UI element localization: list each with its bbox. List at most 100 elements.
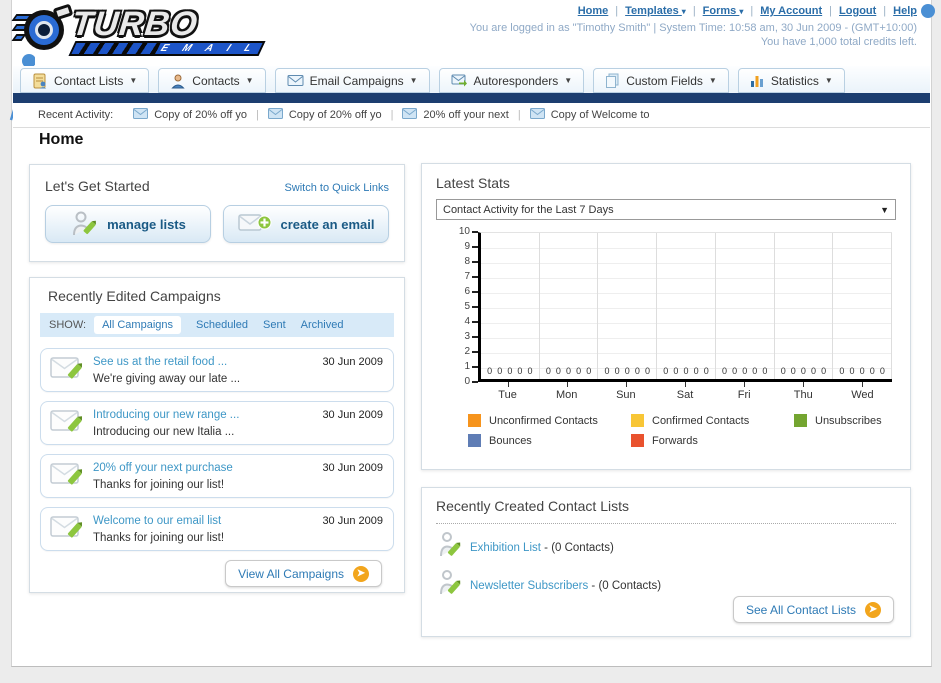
campaigns-tab-archived[interactable]: Archived (301, 319, 344, 331)
campaign-subtitle: Introducing our new Italia ... (93, 426, 235, 438)
x-tick-label: Tue (478, 382, 537, 401)
data-value: 0 (634, 366, 640, 376)
nav-tab-autoresponders[interactable]: Autoresponders ▼ (438, 68, 585, 93)
envelope-small-icon (267, 108, 283, 122)
y-tick-label: 4 (464, 316, 470, 327)
chevron-down-icon: ▼ (880, 204, 889, 215)
legend-swatch (468, 414, 481, 427)
header-link-home[interactable]: Home (578, 5, 609, 17)
data-value: 0 (752, 366, 758, 376)
campaign-title-link[interactable]: See us at the retail food ... (93, 356, 227, 368)
chart-day-group: 00000 (598, 233, 658, 379)
recent-activity-item[interactable]: 20% off your next (402, 108, 509, 122)
nav-tab-email-campaigns[interactable]: Email Campaigns ▼ (274, 68, 430, 93)
chevron-down-icon: ▼ (564, 76, 573, 85)
see-all-contact-lists-button[interactable]: See All Contact Lists ➤ (732, 596, 894, 623)
turbo-email-logo: TURBO E M A I L (11, 3, 268, 61)
data-value: 0 (762, 366, 768, 376)
logo-title: TURBO (70, 5, 200, 43)
campaigns-tab-all-campaigns[interactable]: All Campaigns (94, 316, 181, 334)
legend-label: Confirmed Contacts (652, 414, 750, 427)
data-value: 0 (869, 366, 875, 376)
arrow-right-icon: ➤ (353, 565, 369, 582)
chart-day-group: 00000 (540, 233, 599, 379)
data-value: 0 (859, 366, 865, 376)
data-value: 0 (673, 366, 679, 376)
nav-tab-contacts[interactable]: Contacts ▼ (158, 68, 266, 93)
y-tick-label: 5 (464, 301, 470, 312)
header-links: Home | Templates ▾ | Forms ▾ | My Account | Logo… (578, 5, 917, 17)
recent-activity-bar: Recent Activity: Copy of 20% off yo | Co… (13, 103, 930, 128)
campaign-title-link[interactable]: 20% off your next purchase (93, 462, 233, 474)
campaign-row[interactable]: Introducing our new range ... Introducin… (40, 401, 394, 445)
legend-swatch (468, 434, 481, 447)
y-tick-label: 3 (464, 331, 470, 342)
nav-tab-label: Custom Fields (626, 73, 703, 88)
recent-activity-label: Recent Activity: (38, 109, 114, 121)
legend-item: Forwards (631, 434, 794, 447)
contact-lists-title: Recently Created Contact Lists (436, 498, 629, 514)
legend-swatch (794, 414, 807, 427)
switch-quick-links-link[interactable]: Switch to Quick Links (284, 182, 389, 194)
data-value: 0 (693, 366, 699, 376)
latest-stats-title: Latest Stats (436, 175, 510, 191)
legend-item: Unsubscribes (794, 414, 896, 427)
show-label: SHOW: (49, 319, 87, 331)
create-an-email-label: create an email (280, 216, 375, 232)
manage-lists-button[interactable]: manage lists (45, 205, 211, 243)
campaigns-tabs: All Campaigns Scheduled Sent Archived (94, 316, 358, 334)
get-started-panel: Let's Get Started Switch to Quick Links … (29, 164, 405, 262)
chart-day-group: 00000 (657, 233, 716, 379)
contact-list-link[interactable]: Exhibition List (470, 542, 541, 554)
header-link-my-account[interactable]: My Account (760, 5, 822, 17)
email-campaigns-icon (287, 74, 304, 87)
view-all-campaigns-button[interactable]: View All Campaigns ➤ (225, 560, 382, 587)
data-value: 0 (721, 366, 727, 376)
data-value: 0 (703, 366, 709, 376)
contact-lists-icon (32, 73, 48, 89)
y-tick-label: 0 (464, 376, 470, 387)
nav-tab-contact-lists[interactable]: Contact Lists ▼ (20, 68, 150, 93)
autoresponders-icon (451, 74, 468, 88)
link-divider: | (615, 5, 619, 17)
campaigns-panel: Recently Edited Campaigns SHOW: All Camp… (29, 277, 405, 593)
recent-activity-item-label: Copy of 20% off yo (154, 109, 247, 121)
chevron-down-icon: ▼ (409, 76, 418, 85)
campaign-row[interactable]: See us at the retail food ... We're givi… (40, 348, 394, 392)
get-started-buttons: manage lists create an email (45, 205, 389, 243)
campaign-row[interactable]: 20% off your next purchase Thanks for jo… (40, 454, 394, 498)
create-an-email-button[interactable]: create an email (223, 205, 389, 243)
campaigns-tab-scheduled[interactable]: Scheduled (196, 319, 248, 331)
person-pencil-icon (438, 531, 462, 563)
chart-day-group: 00000 (775, 233, 834, 379)
envelope-small-icon (529, 108, 545, 122)
recent-activity-item[interactable]: Copy of 20% off yo (133, 108, 247, 122)
campaign-subtitle: Thanks for joining our list! (93, 532, 225, 544)
campaign-row[interactable]: Welcome to our email list Thanks for joi… (40, 507, 394, 551)
y-tick-label: 9 (464, 241, 470, 252)
stats-period-value: Contact Activity for the Last 7 Days (443, 203, 614, 216)
data-value: 0 (821, 366, 827, 376)
view-all-campaigns-label: View All Campaigns (238, 566, 344, 581)
header-link-forms[interactable]: Forms ▾ (703, 5, 744, 17)
annotation-dot (921, 4, 935, 18)
header-link-templates[interactable]: Templates ▾ (625, 5, 686, 17)
nav-tab-statistics[interactable]: Statistics ▼ (737, 68, 845, 93)
get-started-title: Let's Get Started (45, 178, 150, 194)
header-link-logout[interactable]: Logout (839, 5, 876, 17)
recent-activity-item[interactable]: Copy of 20% off yo (267, 108, 382, 122)
nav-tab-custom-fields[interactable]: Custom Fields ▼ (593, 68, 729, 93)
header-link-help[interactable]: Help (893, 5, 917, 17)
data-value: 0 (614, 366, 620, 376)
item-divider: | (390, 109, 394, 121)
stats-period-select[interactable]: Contact Activity for the Last 7 Days ▼ (436, 199, 896, 220)
campaigns-tab-sent[interactable]: Sent (263, 319, 286, 331)
recent-activity-item[interactable]: Copy of Welcome to (529, 108, 650, 122)
campaign-subtitle: Thanks for joining our list! (93, 479, 225, 491)
campaign-title-link[interactable]: Introducing our new range ... (93, 409, 239, 421)
campaigns-filter-bar: SHOW: All Campaigns Scheduled Sent Archived (40, 313, 394, 337)
contact-list-link[interactable]: Newsletter Subscribers (470, 580, 588, 592)
see-all-contact-lists-label: See All Contact Lists (745, 602, 856, 617)
legend-item: Unconfirmed Contacts (468, 414, 631, 427)
campaign-title-link[interactable]: Welcome to our email list (93, 515, 221, 527)
